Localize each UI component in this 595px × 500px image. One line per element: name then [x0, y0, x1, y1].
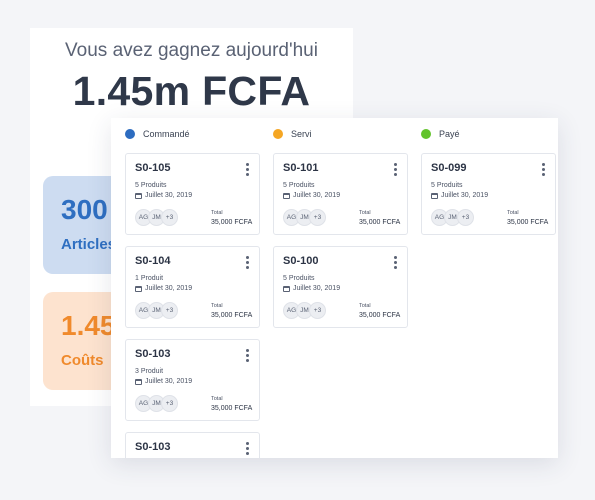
assignee-avatars: AG JM +3: [431, 209, 474, 226]
avatar[interactable]: +3: [309, 302, 326, 319]
order-date: Juillet 30, 2019: [135, 285, 192, 292]
calendar-icon: [431, 192, 438, 199]
column-header: Commandé: [125, 129, 190, 139]
status-dot-icon: [125, 129, 135, 139]
column-title: Commandé: [143, 129, 190, 139]
order-id: S0-103: [135, 441, 171, 453]
calendar-icon: [283, 192, 290, 199]
order-date: Juillet 30, 2019: [135, 192, 192, 199]
calendar-icon: [135, 378, 142, 385]
order-id: S0-101: [283, 162, 319, 174]
order-card[interactable]: S0-105 5 Produits Juillet 30, 2019 AG JM +3 To…: [125, 153, 260, 235]
avatar[interactable]: +3: [457, 209, 474, 226]
total-value: 35,000 FCFA: [211, 312, 253, 319]
order-card[interactable]: S0-101 5 Produits Juillet 30, 2019 AG JM +3 To…: [273, 153, 408, 235]
product-count: 1 Produit: [135, 275, 164, 282]
order-date: Juillet 30, 2019: [283, 192, 340, 199]
order-id: S0-103: [135, 348, 171, 360]
column-title: Payé: [439, 129, 460, 139]
earnings-label: Vous avez gagnez aujourd'hui: [65, 40, 318, 61]
assignee-avatars: AG JM +3: [135, 209, 178, 226]
stat-value: 300: [61, 194, 108, 225]
assignee-avatars: AG JM +3: [135, 302, 178, 319]
date-text: Juillet 30, 2019: [441, 192, 489, 199]
order-id: S0-100: [283, 255, 319, 267]
avatar[interactable]: +3: [161, 395, 178, 412]
avatar[interactable]: +3: [309, 209, 326, 226]
product-count: 3 Produit: [135, 368, 164, 375]
order-card[interactable]: S0-103 3 Produit Juillet 30, 2019 AG JM +3 Tot…: [125, 339, 260, 421]
status-dot-icon: [273, 129, 283, 139]
status-dot-icon: [421, 129, 431, 139]
date-text: Juillet 30, 2019: [145, 192, 193, 199]
order-date: Juillet 30, 2019: [283, 285, 340, 292]
total-value: 35,000 FCFA: [359, 312, 401, 319]
orders-board: Commandé S0-105 5 Produits Juillet 30, 2019…: [111, 118, 558, 458]
order-id: S0-105: [135, 162, 171, 174]
total-label: Total: [211, 396, 223, 402]
avatar[interactable]: +3: [161, 209, 178, 226]
assignee-avatars: AG JM +3: [283, 209, 326, 226]
column-header: Payé: [421, 129, 460, 139]
order-card[interactable]: S0-103: [125, 432, 260, 458]
product-count: 5 Produits: [135, 182, 167, 189]
total-value: 35,000 FCFA: [211, 405, 253, 412]
order-card[interactable]: S0-104 1 Produit Juillet 30, 2019 AG JM +3 Tot…: [125, 246, 260, 328]
total-value: 35,000 FCFA: [359, 219, 401, 226]
calendar-icon: [135, 192, 142, 199]
total-label: Total: [211, 303, 223, 309]
more-options-icon[interactable]: [394, 163, 397, 176]
date-text: Juillet 30, 2019: [145, 378, 193, 385]
more-options-icon[interactable]: [246, 442, 249, 455]
date-text: Juillet 30, 2019: [293, 192, 341, 199]
more-options-icon[interactable]: [246, 163, 249, 176]
total-label: Total: [359, 303, 371, 309]
order-date: Juillet 30, 2019: [135, 378, 192, 385]
column-title: Servi: [291, 129, 312, 139]
order-card[interactable]: S0-100 5 Produits Juillet 30, 2019 AG JM +3 To…: [273, 246, 408, 328]
more-options-icon[interactable]: [246, 256, 249, 269]
total-label: Total: [507, 210, 519, 216]
assignee-avatars: AG JM +3: [283, 302, 326, 319]
product-count: 5 Produits: [283, 275, 315, 282]
earnings-amount: 1.45m FCFA: [72, 68, 311, 114]
total-label: Total: [359, 210, 371, 216]
avatar[interactable]: +3: [161, 302, 178, 319]
more-options-icon[interactable]: [246, 349, 249, 362]
total-label: Total: [211, 210, 223, 216]
order-card[interactable]: S0-099 5 Produits Juillet 30, 2019 AG JM +3 To…: [421, 153, 556, 235]
more-options-icon[interactable]: [542, 163, 545, 176]
stat-value: 1.45: [61, 310, 116, 341]
column-header: Servi: [273, 129, 312, 139]
order-id: S0-099: [431, 162, 467, 174]
order-id: S0-104: [135, 255, 171, 267]
more-options-icon[interactable]: [394, 256, 397, 269]
order-date: Juillet 30, 2019: [431, 192, 488, 199]
assignee-avatars: AG JM +3: [135, 395, 178, 412]
product-count: 5 Produits: [431, 182, 463, 189]
stat-label: Articles: [61, 236, 117, 253]
total-value: 35,000 FCFA: [507, 219, 549, 226]
date-text: Juillet 30, 2019: [145, 285, 193, 292]
product-count: 5 Produits: [283, 182, 315, 189]
date-text: Juillet 30, 2019: [293, 285, 341, 292]
calendar-icon: [135, 285, 142, 292]
calendar-icon: [283, 285, 290, 292]
stat-label: Coûts: [61, 352, 104, 369]
total-value: 35,000 FCFA: [211, 219, 253, 226]
